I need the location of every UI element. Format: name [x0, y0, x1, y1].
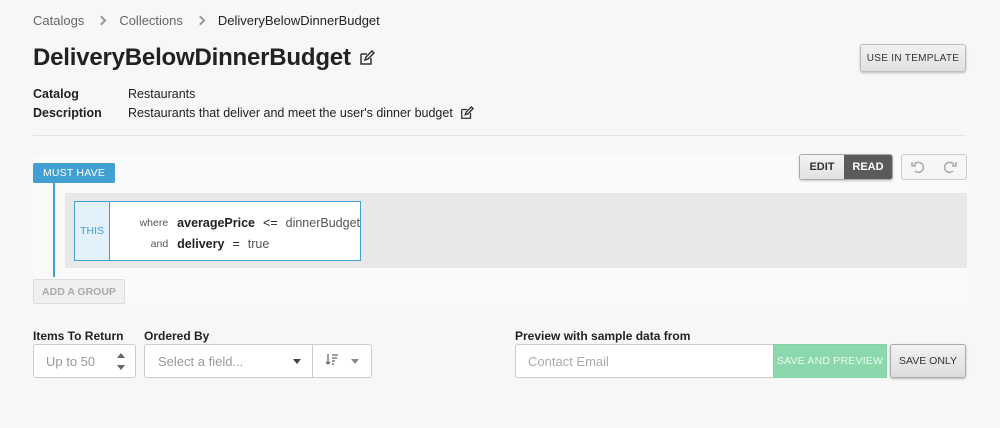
group-connector-line — [53, 183, 55, 277]
chevron-down-icon — [351, 358, 359, 364]
collection-meta: Catalog Restaurants Description Restaura… — [33, 84, 474, 122]
chevron-down-icon — [293, 358, 301, 364]
clause-value: true — [247, 236, 270, 251]
clause-field: averagePrice — [177, 215, 256, 230]
add-group-button[interactable]: ADD A GROUP — [33, 279, 125, 304]
breadcrumb-item-collections[interactable]: Collections — [119, 13, 183, 28]
edit-title-icon[interactable] — [359, 50, 375, 66]
chevron-right-icon — [96, 15, 107, 26]
items-to-return-stepper[interactable]: Up to 50 — [33, 344, 136, 378]
sort-icon — [325, 352, 339, 371]
edit-mode-button[interactable]: EDIT — [800, 155, 844, 179]
items-to-return-placeholder: Up to 50 — [46, 353, 96, 369]
clause-value: dinnerBudget — [285, 215, 360, 230]
undo-redo-controls — [901, 154, 967, 180]
rule-clauses: where averagePrice <= dinnerBudget and d… — [110, 202, 360, 260]
ordered-by-select[interactable]: Select a field... — [144, 344, 312, 378]
read-mode-button[interactable]: READ — [844, 155, 892, 179]
edit-read-toggle: EDIT READ — [799, 154, 893, 180]
save-and-preview-button[interactable]: SAVE AND PREVIEW — [773, 344, 887, 378]
rule-box[interactable]: THIS where averagePrice <= dinnerBudget … — [74, 201, 361, 261]
this-tag: THIS — [75, 202, 111, 260]
catalog-row: Catalog Restaurants — [33, 84, 474, 103]
catalog-label: Catalog — [33, 86, 79, 101]
description-value: Restaurants that deliver and meet the us… — [128, 105, 453, 120]
use-in-template-button[interactable]: USE IN TEMPLATE — [860, 44, 966, 72]
page-title: DeliveryBelowDinnerBudget — [33, 44, 351, 71]
contact-email-input[interactable] — [515, 344, 773, 378]
undo-icon[interactable] — [911, 160, 925, 174]
ordered-by-label: Ordered By — [144, 329, 210, 343]
items-to-return-label: Items To Return — [33, 329, 124, 343]
clause-keyword: and — [150, 237, 169, 250]
breadcrumb-item-current: DeliveryBelowDinnerBudget — [217, 13, 380, 28]
title-row: DeliveryBelowDinnerBudget — [33, 44, 375, 72]
redo-icon[interactable] — [943, 160, 957, 174]
breadcrumb: Catalogs Collections DeliveryBelowDinner… — [33, 13, 380, 28]
rule-clause: and delivery = true — [125, 233, 360, 254]
increment-icon[interactable] — [117, 352, 125, 358]
stepper-arrows[interactable] — [117, 352, 125, 370]
clause-operator: = — [232, 236, 240, 251]
description-value-wrap: Restaurants that deliver and meet the us… — [128, 105, 474, 120]
breadcrumb-item-catalogs[interactable]: Catalogs — [33, 13, 84, 28]
save-only-button[interactable]: SAVE ONLY — [890, 344, 966, 378]
clause-field: delivery — [177, 236, 225, 251]
rule-clause: where averagePrice <= dinnerBudget — [125, 212, 360, 233]
preview-label: Preview with sample data from — [515, 329, 691, 343]
description-row: Description Restaurants that deliver and… — [33, 103, 474, 122]
clause-operator: <= — [263, 215, 278, 230]
must-have-badge: MUST HAVE — [33, 163, 115, 183]
catalog-value: Restaurants — [128, 86, 196, 101]
edit-description-icon[interactable] — [460, 105, 474, 120]
description-label: Description — [33, 105, 102, 120]
decrement-icon[interactable] — [117, 364, 125, 370]
ordered-by-placeholder: Select a field... — [158, 353, 244, 369]
sort-direction-select[interactable] — [312, 344, 372, 378]
chevron-right-icon — [195, 15, 206, 26]
divider — [33, 135, 966, 136]
clause-keyword: where — [139, 216, 169, 229]
